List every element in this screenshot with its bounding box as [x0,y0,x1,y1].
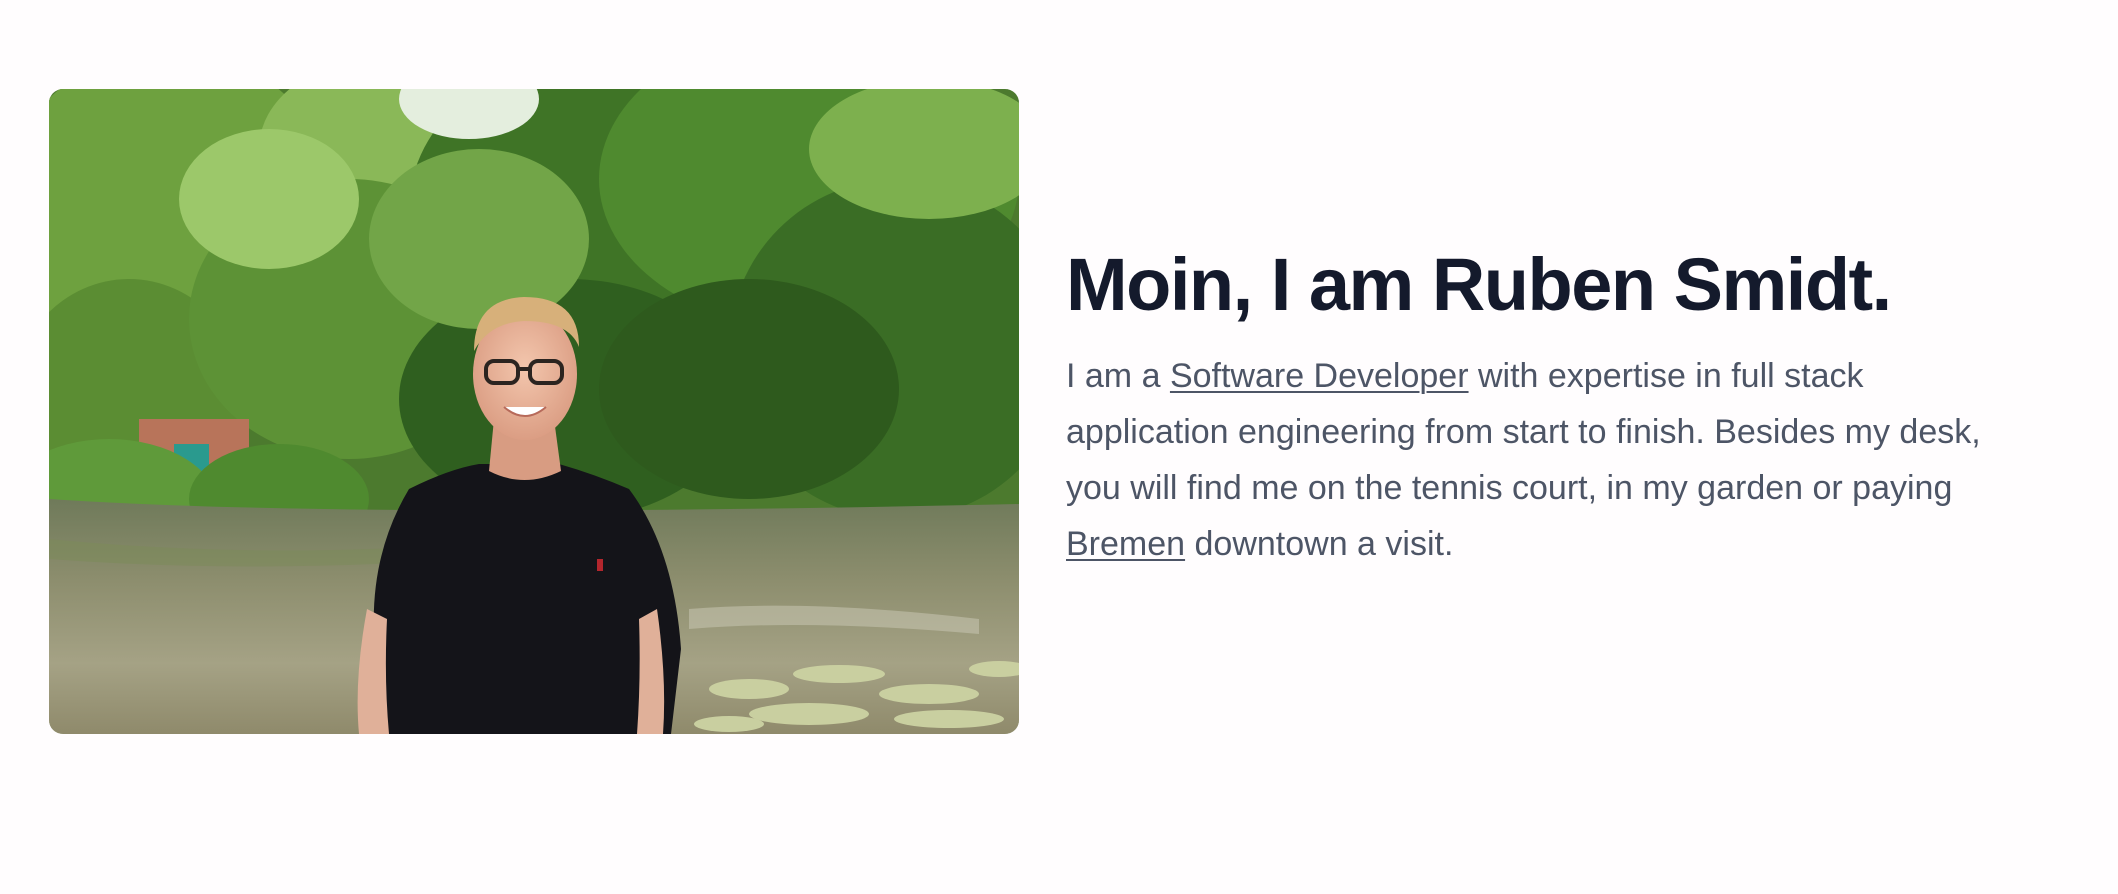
profile-photo [49,89,1019,734]
bio-paragraph: I am a Software Developer with expertise… [1066,348,2016,572]
page-title: Moin, I am Ruben Smidt. [1066,243,1892,326]
software-developer-link[interactable]: Software Developer [1170,357,1469,395]
bremen-link[interactable]: Bremen [1066,525,1185,563]
bio-text-suffix: downtown a visit. [1185,525,1454,563]
profile-photo-illustration [49,89,1019,734]
hero-section: Moin, I am Ruben Smidt. I am a Software … [0,0,2118,894]
intro-section: Moin, I am Ruben Smidt. I am a Software … [1066,240,2026,572]
bio-text-prefix: I am a [1066,357,1170,395]
